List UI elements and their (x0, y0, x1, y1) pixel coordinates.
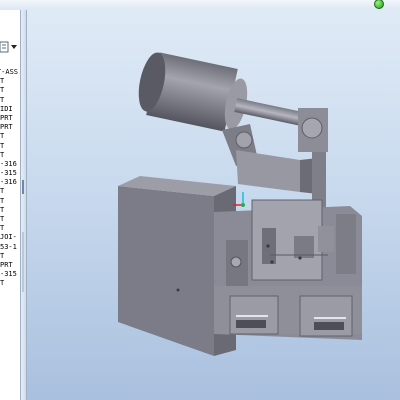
model-tree-toolbar (0, 38, 20, 56)
tree-scrollbar-thumb[interactable] (22, 232, 24, 292)
tree-item[interactable]: T (0, 132, 18, 141)
tree-item[interactable]: T (0, 96, 18, 105)
assembly-model[interactable] (27, 10, 400, 400)
tree-item[interactable]: T-ASS (0, 68, 18, 77)
motor[interactable] (134, 50, 306, 132)
tree-item[interactable]: T (0, 187, 18, 196)
tree-item[interactable]: PRT (0, 261, 18, 270)
status-indicator-icon (374, 0, 384, 9)
tree-item[interactable]: T (0, 77, 18, 86)
tree-item[interactable]: 315- (0, 169, 18, 178)
tree-item[interactable]: PRT (0, 114, 18, 123)
tree-item[interactable]: T (0, 197, 18, 206)
tree-item[interactable]: T (0, 279, 18, 288)
tree-item[interactable]: T (0, 86, 18, 95)
tree-item[interactable]: 53-1 (0, 243, 18, 252)
tree-item[interactable]: T (0, 151, 18, 160)
tree-item[interactable]: -JOI (0, 233, 18, 242)
tree-item[interactable]: T (0, 142, 18, 151)
splitter-handle[interactable] (22, 180, 24, 194)
tree-item[interactable]: 316- (0, 160, 18, 169)
tree-item[interactable]: T (0, 252, 18, 261)
model-tree-list: T-ASSTTTIDIPRTPRTTTT316-315-316-TTTTT-JO… (0, 68, 20, 289)
model-tree-panel: T-ASSTTTIDIPRTPRTTTT316-315-316-TTTTT-JO… (0, 10, 21, 400)
tree-item[interactable]: 316- (0, 178, 18, 187)
graphics-viewport[interactable] (27, 10, 400, 400)
tree-item[interactable]: T (0, 215, 18, 224)
tree-item[interactable]: IDI (0, 105, 18, 114)
chevron-down-icon[interactable] (11, 45, 19, 51)
tree-item[interactable]: T (0, 224, 18, 233)
tree-item[interactable]: T (0, 206, 18, 215)
mechanism-block[interactable] (214, 199, 362, 340)
tree-item[interactable]: 315- (0, 270, 18, 279)
tree-item[interactable]: PRT (0, 123, 18, 132)
